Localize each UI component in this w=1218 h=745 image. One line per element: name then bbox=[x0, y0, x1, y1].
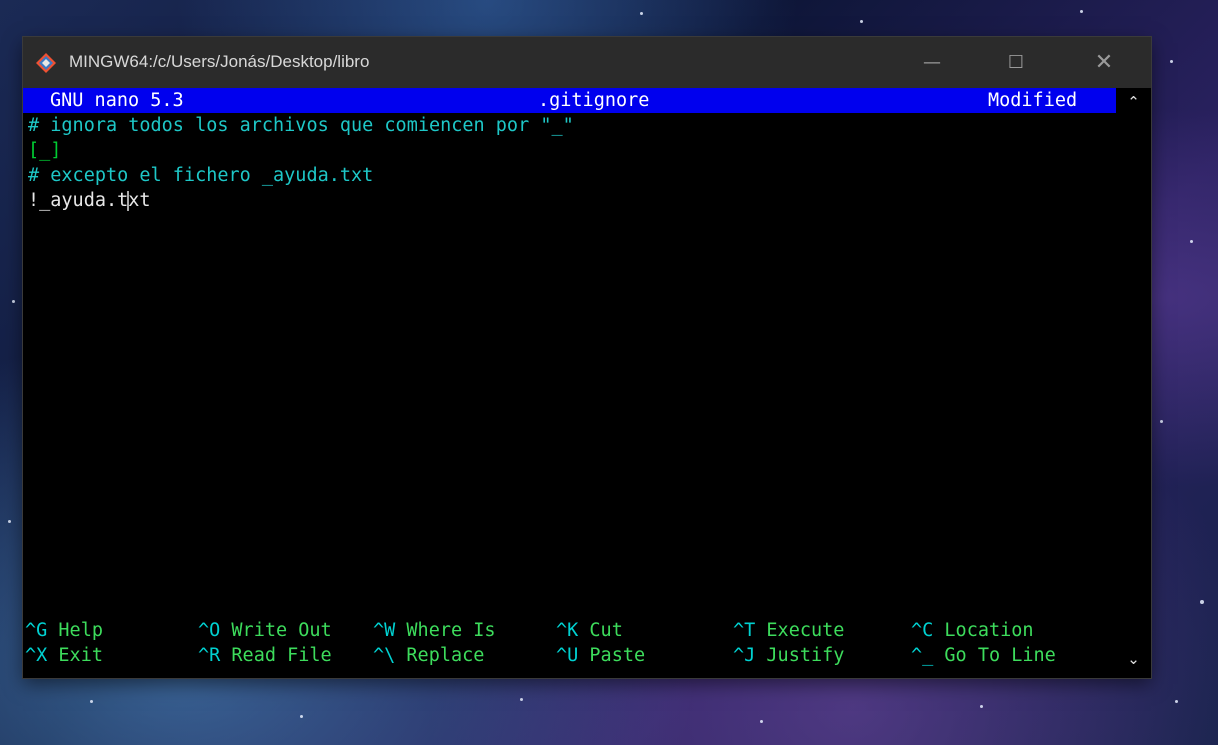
shortcut-key: ^_ bbox=[911, 645, 934, 666]
shortcut-replace: ^\ Replace bbox=[373, 643, 484, 668]
nano-filename: .gitignore bbox=[538, 90, 650, 111]
scroll-down-icon[interactable]: ⌄ bbox=[1116, 647, 1151, 671]
shortcut-help: ^G Help bbox=[25, 618, 103, 643]
shortcut-key: ^J bbox=[733, 645, 756, 666]
shortcut-label: Help bbox=[58, 620, 103, 641]
vertical-scrollbar[interactable]: ⌃ ⌄ bbox=[1116, 88, 1151, 678]
shortcut-exit: ^X Exit bbox=[25, 643, 103, 668]
nano-header: GNU nano 5.3 .gitignore Modified bbox=[23, 88, 1116, 113]
shortcut-key: ^X bbox=[25, 645, 48, 666]
shortcut-label: Exit bbox=[58, 645, 103, 666]
line-4-text-before-cursor: !_ayuda.t bbox=[28, 190, 129, 211]
shortcut-label: Location bbox=[944, 620, 1034, 641]
shortcut-label: Justify bbox=[766, 645, 845, 666]
scroll-up-icon[interactable]: ⌃ bbox=[1116, 90, 1151, 114]
terminal-window: MINGW64:/c/Users/Jonás/Desktop/libro — ☐… bbox=[23, 37, 1151, 678]
git-icon bbox=[36, 53, 56, 73]
shortcut-key: ^C bbox=[911, 620, 934, 641]
editor-line-3[interactable]: # excepto el fichero _ayuda.txt bbox=[28, 163, 373, 188]
nano-version: GNU nano 5.3 bbox=[50, 90, 184, 111]
shortcut-paste: ^U Paste bbox=[556, 643, 645, 668]
maximize-icon: ☐ bbox=[1007, 52, 1025, 73]
shortcut-key: ^O bbox=[198, 620, 221, 641]
minimize-icon: — bbox=[923, 52, 941, 73]
editor-line-2[interactable]: [_] bbox=[28, 138, 61, 163]
shortcut-label: Paste bbox=[589, 645, 646, 666]
editor-line-1[interactable]: # ignora todos los archivos que comience… bbox=[28, 113, 574, 138]
shortcut-write-out: ^O Write Out bbox=[198, 618, 332, 643]
shortcut-label: Write Out bbox=[231, 620, 332, 641]
shortcut-read-file: ^R Read File bbox=[198, 643, 332, 668]
shortcut-label: Where Is bbox=[406, 620, 496, 641]
shortcut-key: ^\ bbox=[373, 645, 396, 666]
shortcut-key: ^R bbox=[198, 645, 221, 666]
shortcut-location: ^C Location bbox=[911, 618, 1034, 643]
title-bar[interactable]: MINGW64:/c/Users/Jonás/Desktop/libro — ☐… bbox=[23, 37, 1151, 88]
shortcut-where-is: ^W Where Is bbox=[373, 618, 496, 643]
shortcut-label: Execute bbox=[766, 620, 845, 641]
shortcut-key: ^G bbox=[25, 620, 48, 641]
terminal-content[interactable]: GNU nano 5.3 .gitignore Modified # ignor… bbox=[23, 88, 1151, 678]
shortcut-go-to-line: ^_ Go To Line bbox=[911, 643, 1056, 668]
shortcut-execute: ^T Execute bbox=[733, 618, 844, 643]
minimize-button[interactable]: — bbox=[903, 37, 961, 88]
shortcut-label: Replace bbox=[406, 645, 485, 666]
shortcut-justify: ^J Justify bbox=[733, 643, 844, 668]
shortcut-label: Read File bbox=[231, 645, 332, 666]
shortcut-key: ^K bbox=[556, 620, 579, 641]
maximize-button[interactable]: ☐ bbox=[987, 37, 1045, 88]
line-4-text-after-cursor: xt bbox=[128, 190, 151, 211]
shortcut-key: ^T bbox=[733, 620, 756, 641]
editor-line-4[interactable]: !_ayuda.txt bbox=[28, 188, 151, 213]
shortcut-label: Go To Line bbox=[944, 645, 1056, 666]
shortcut-cut: ^K Cut bbox=[556, 618, 623, 643]
shortcut-key: ^U bbox=[556, 645, 579, 666]
close-button[interactable]: ✕ bbox=[1075, 37, 1133, 88]
shortcut-key: ^W bbox=[373, 620, 396, 641]
close-icon: ✕ bbox=[1094, 50, 1114, 75]
window-title: MINGW64:/c/Users/Jonás/Desktop/libro bbox=[69, 52, 370, 71]
shortcut-label: Cut bbox=[589, 620, 623, 641]
nano-status: Modified bbox=[988, 90, 1078, 111]
